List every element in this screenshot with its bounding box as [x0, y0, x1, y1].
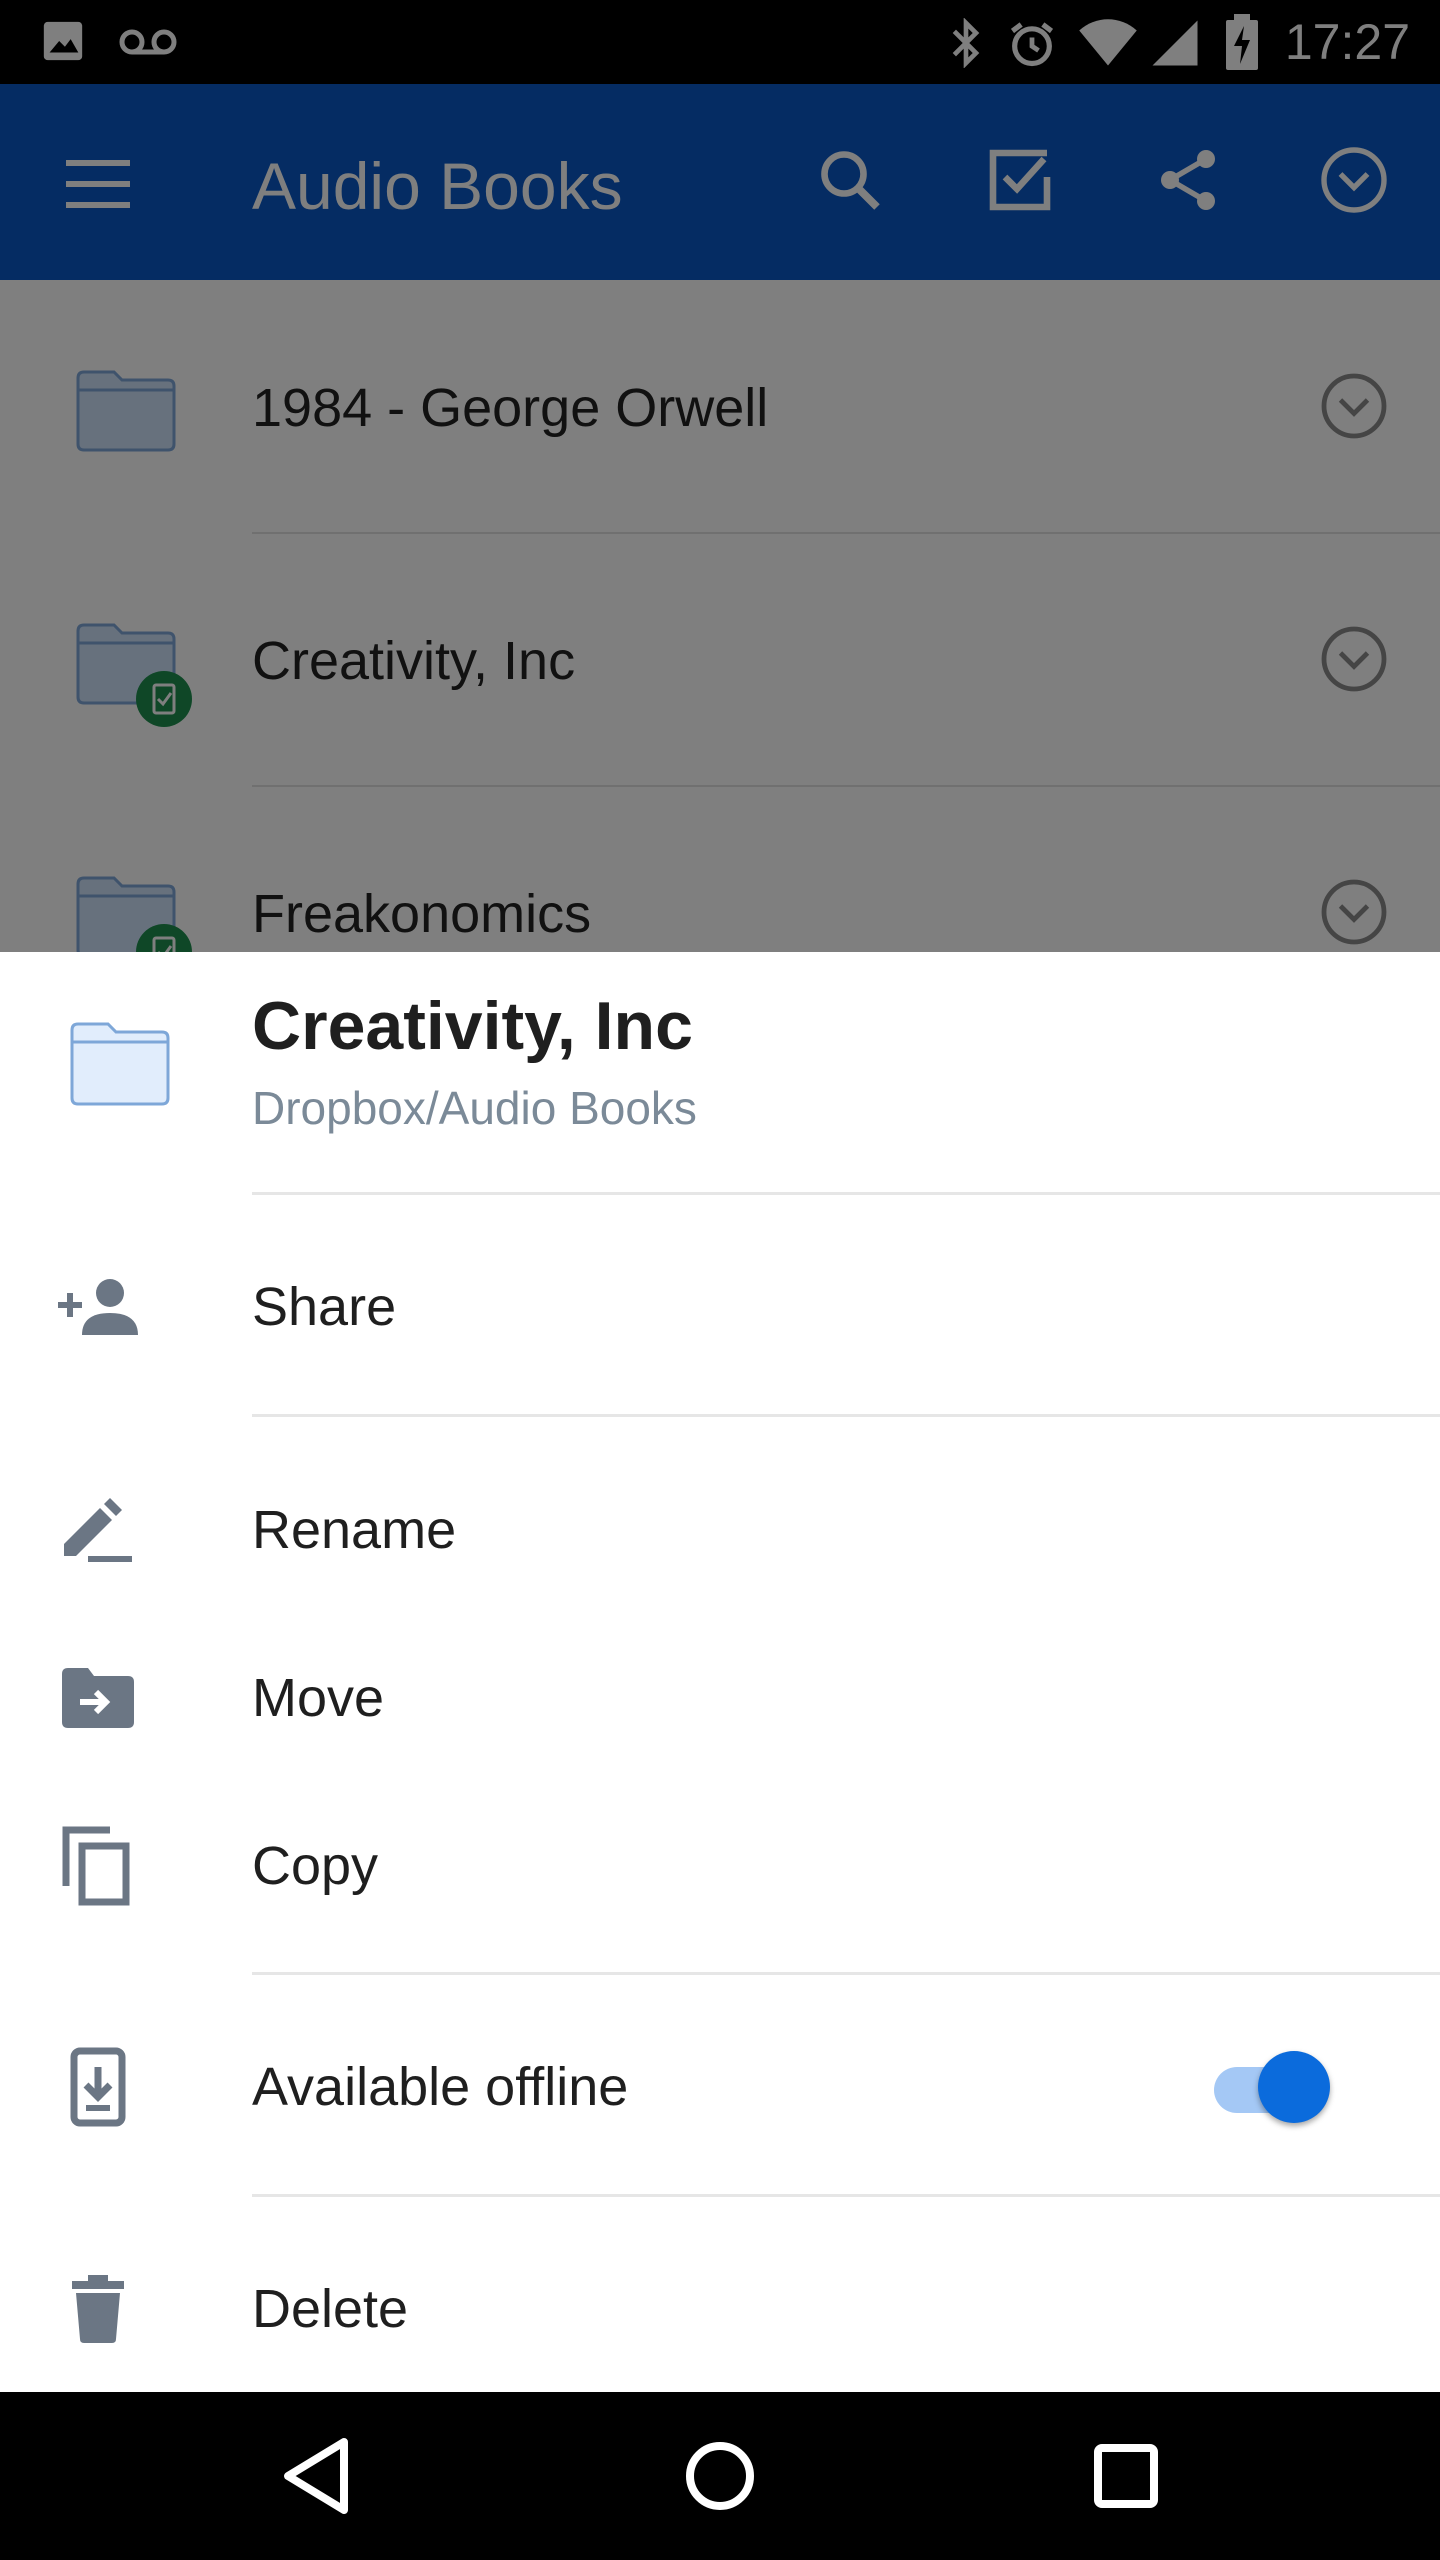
- offline-download-icon: [70, 2047, 126, 2127]
- recents-icon[interactable]: [1090, 2436, 1162, 2516]
- rename-label: Rename: [252, 1500, 457, 1560]
- share-label: Share: [252, 1277, 397, 1337]
- delete-button[interactable]: Delete: [0, 2225, 1440, 2393]
- toggle-thumb: [1258, 2051, 1330, 2123]
- available-offline-label: Available offline: [252, 2057, 629, 2117]
- copy-label: Copy: [252, 1836, 379, 1896]
- sheet-path: Dropbox/Audio Books: [252, 1082, 697, 1134]
- sheet-title: Creativity, Inc: [252, 988, 693, 1064]
- back-icon[interactable]: [280, 2436, 352, 2516]
- navigation-bar: [0, 2392, 1440, 2560]
- available-offline-row[interactable]: Available offline: [0, 2003, 1440, 2171]
- sheet-header: Creativity, Inc Dropbox/Audio Books: [0, 952, 1440, 1192]
- trash-icon: [72, 2275, 124, 2343]
- rename-button[interactable]: Rename: [0, 1446, 1440, 1614]
- divider: [252, 1414, 1440, 1417]
- move-button[interactable]: Move: [0, 1614, 1440, 1782]
- bottom-sheet: Creativity, Inc Dropbox/Audio Books Shar…: [0, 952, 1440, 2392]
- divider: [252, 2194, 1440, 2197]
- scrim-overlay[interactable]: [0, 0, 1440, 952]
- divider: [252, 1972, 1440, 1975]
- pencil-icon: [60, 1496, 132, 1564]
- copy-button[interactable]: Copy: [0, 1782, 1440, 1950]
- divider: [252, 1192, 1440, 1195]
- move-label: Move: [252, 1668, 385, 1728]
- add-person-icon: [58, 1275, 138, 1339]
- share-button[interactable]: Share: [0, 1223, 1440, 1391]
- folder-icon: [68, 1016, 172, 1108]
- home-icon[interactable]: [684, 2436, 756, 2516]
- move-folder-icon: [62, 1668, 134, 1728]
- available-offline-toggle[interactable]: [1210, 2047, 1334, 2127]
- copy-icon: [62, 1826, 130, 1906]
- delete-label: Delete: [252, 2279, 409, 2339]
